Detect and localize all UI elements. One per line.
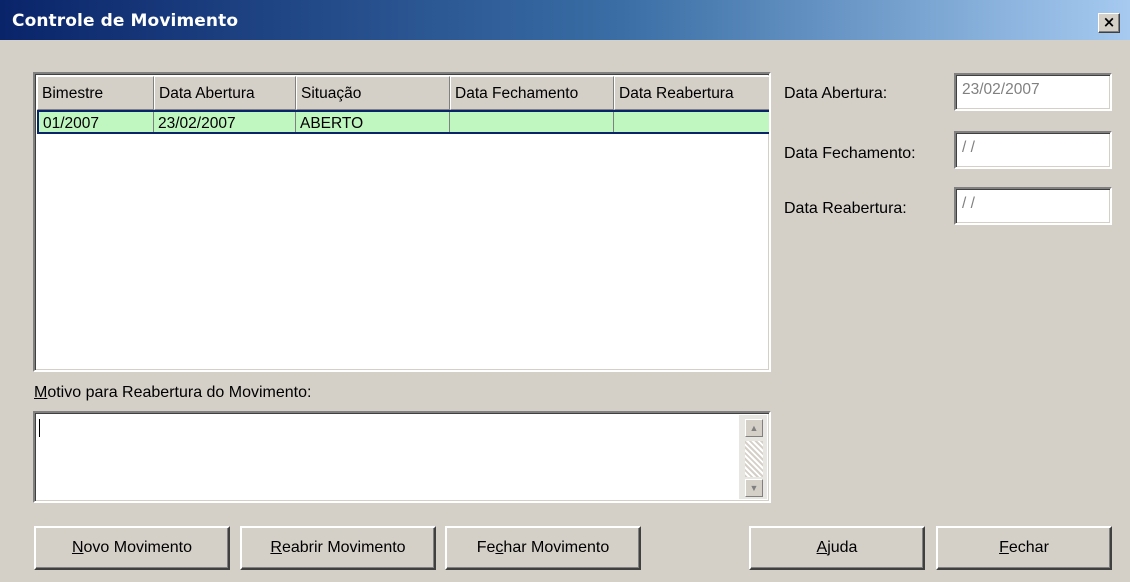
column-header-data-abertura[interactable]: Data Abertura	[154, 76, 296, 110]
data-fechamento-field[interactable]: / /	[954, 131, 1112, 169]
close-button[interactable]: ×	[1098, 13, 1120, 33]
arrow-down-icon: ▼	[749, 483, 759, 493]
data-abertura-field[interactable]: 23/02/2007	[954, 73, 1112, 111]
movement-grid[interactable]: Bimestre Data Abertura Situação Data Fec…	[33, 72, 771, 372]
table-row[interactable]: 01/2007 23/02/2007 ABERTO	[37, 110, 769, 134]
motivo-scrollbar[interactable]: ▲ ▼	[739, 415, 767, 499]
cell-situacao: ABERTO	[296, 110, 450, 134]
column-header-data-reabertura[interactable]: Data Reabertura	[614, 76, 769, 110]
data-reabertura-field[interactable]: / /	[954, 187, 1112, 225]
data-fechamento-label: Data Fechamento:	[784, 145, 916, 162]
cell-bimestre: 01/2007	[37, 110, 154, 134]
column-header-situacao[interactable]: Situação	[296, 76, 450, 110]
motivo-label: Motivo para Reabertura do Movimento:	[34, 384, 312, 401]
scroll-down-button[interactable]: ▼	[745, 479, 763, 497]
column-header-data-fechamento[interactable]: Data Fechamento	[450, 76, 614, 110]
scroll-up-button[interactable]: ▲	[745, 419, 763, 437]
cell-data-abertura: 23/02/2007	[154, 110, 296, 134]
title-bar: Controle de Movimento ×	[0, 0, 1130, 40]
ajuda-button[interactable]: Ajuda	[749, 526, 925, 570]
fechar-movimento-button[interactable]: Fechar Movimento	[445, 526, 641, 570]
data-abertura-label: Data Abertura:	[784, 85, 888, 102]
data-reabertura-label: Data Reabertura:	[784, 200, 907, 217]
close-icon: ×	[1102, 13, 1116, 31]
text-caret	[39, 419, 40, 437]
reabrir-movimento-button[interactable]: Reabrir Movimento	[240, 526, 436, 570]
cell-data-fechamento	[450, 110, 614, 134]
arrow-up-icon: ▲	[749, 423, 759, 433]
window-title: Controle de Movimento	[12, 11, 239, 31]
cell-data-reabertura	[614, 110, 769, 134]
fechar-button[interactable]: Fechar	[936, 526, 1112, 570]
grid-header: Bimestre Data Abertura Situação Data Fec…	[37, 76, 769, 110]
novo-movimento-button[interactable]: Novo Movimento	[34, 526, 230, 570]
column-header-bimestre[interactable]: Bimestre	[37, 76, 154, 110]
scrollbar-track[interactable]	[745, 441, 763, 477]
motivo-textarea[interactable]: ▲ ▼	[33, 411, 771, 503]
